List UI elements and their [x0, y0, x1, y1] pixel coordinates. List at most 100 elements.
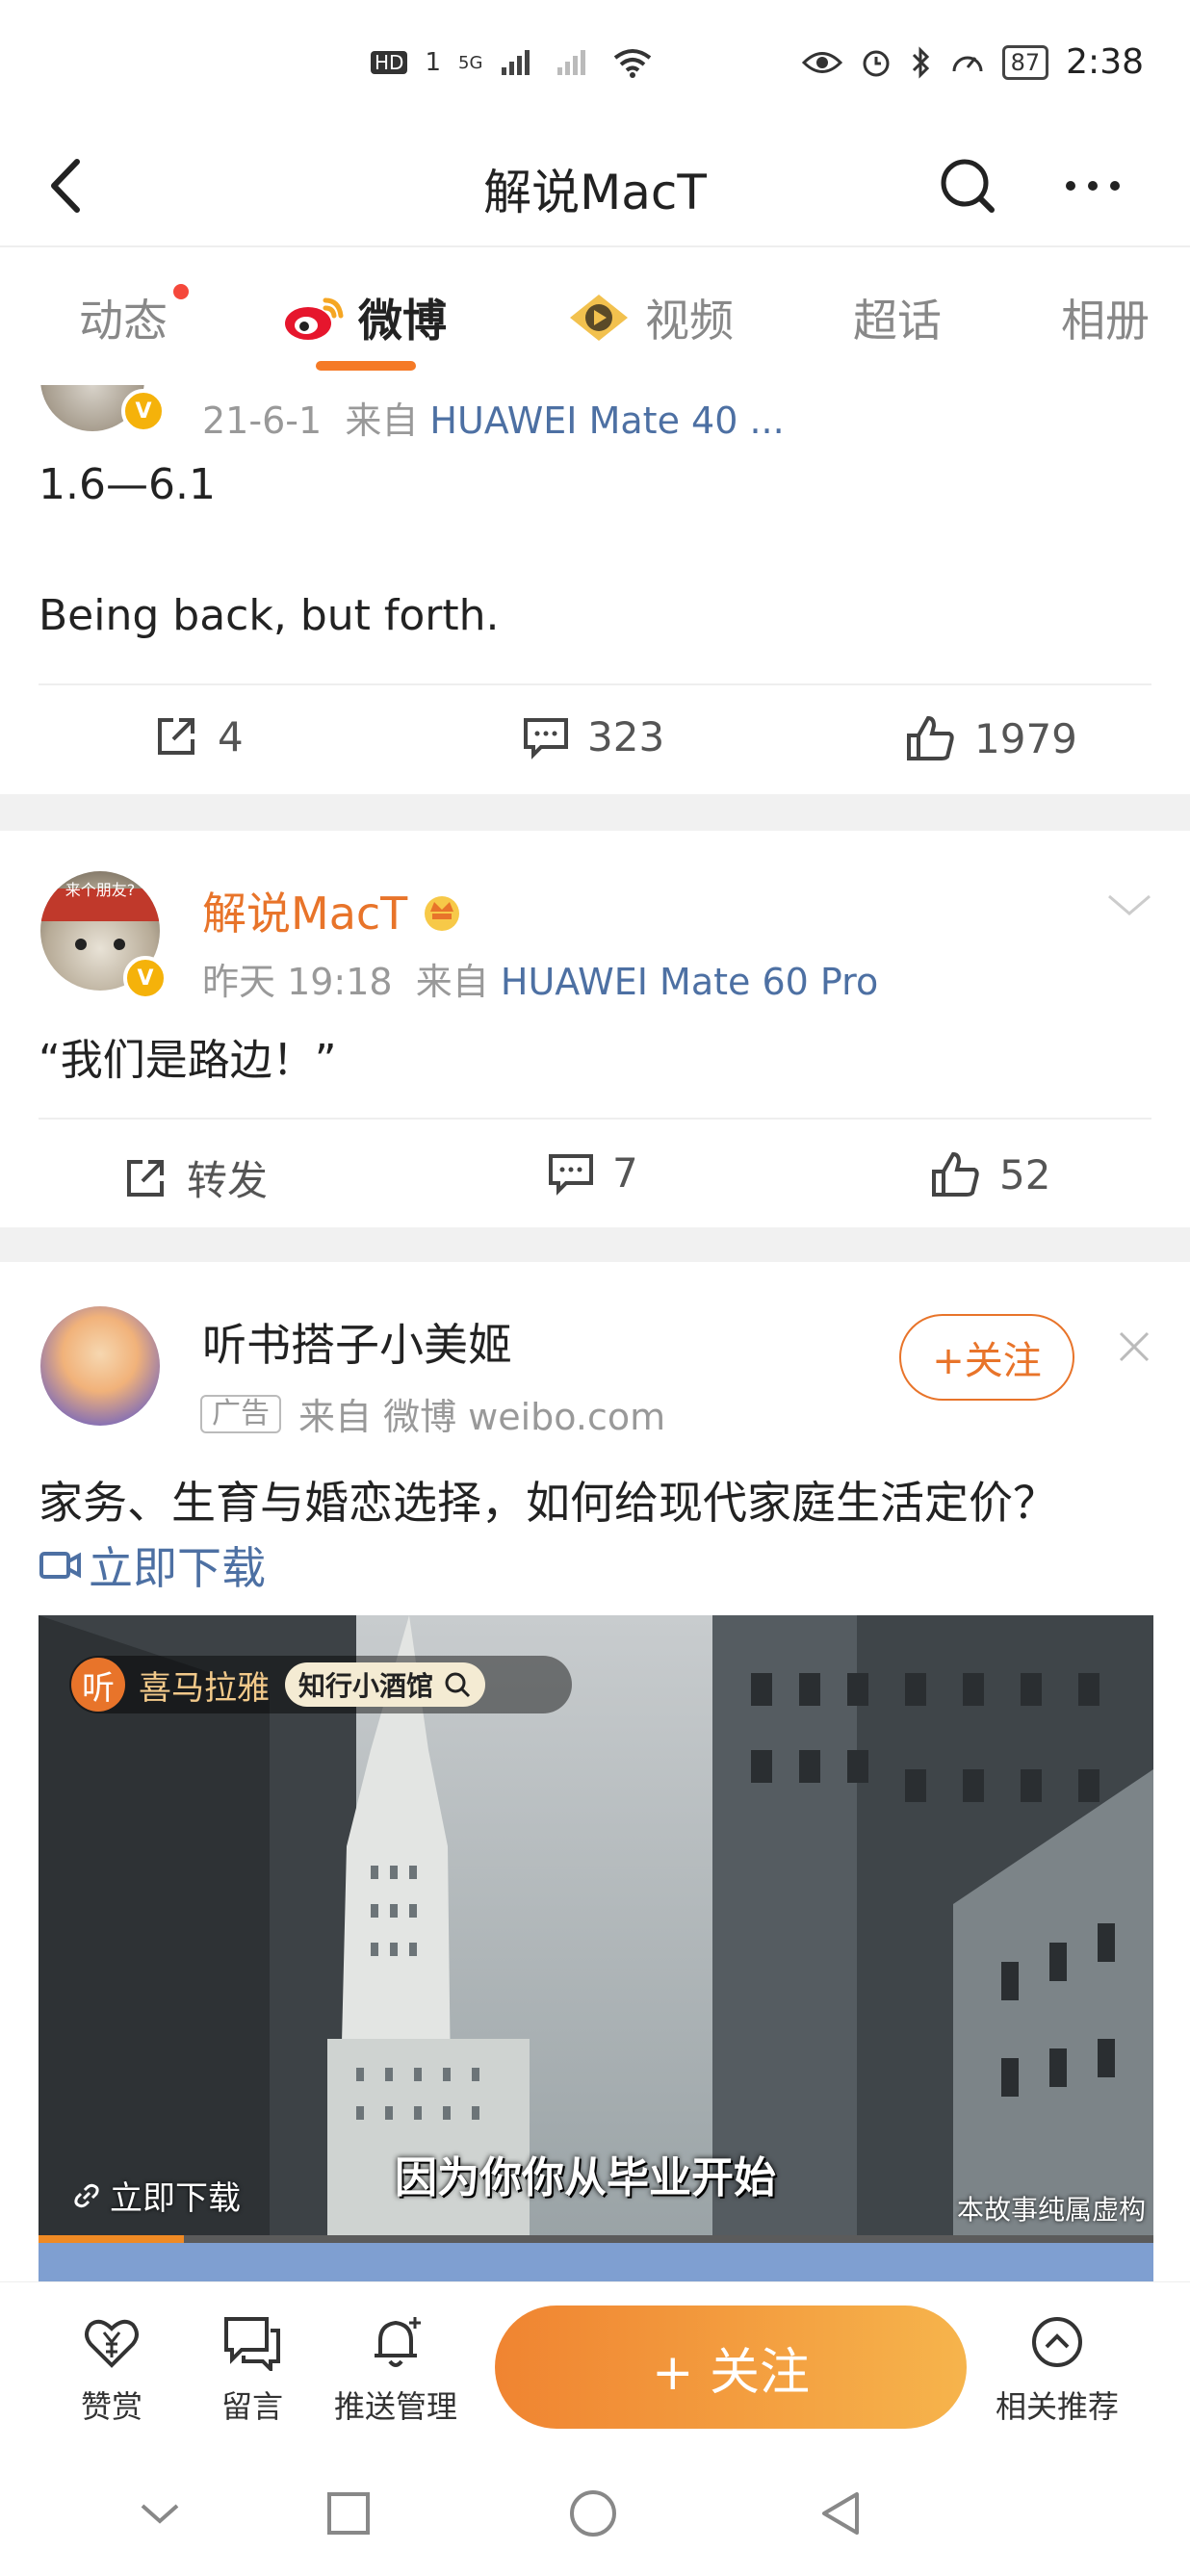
clock: 2:38 [1066, 42, 1144, 82]
video-disclaimer: 本故事纯属虚构 [956, 2194, 1146, 2226]
notification-dot [173, 284, 189, 299]
post-card[interactable]: V 21-6-1 来自 HUAWEI Mate 40 ... 1.6—6.1 B… [0, 385, 1190, 794]
divider [39, 683, 1151, 685]
close-icon [1119, 1331, 1150, 1362]
more-button[interactable] [1049, 142, 1136, 229]
reward-button[interactable]: 赞赏 [44, 2311, 179, 2427]
post-text-line: Being back, but forth. [39, 591, 500, 640]
message-button[interactable]: 留言 [185, 2311, 320, 2427]
search-icon [445, 1672, 471, 1698]
close-ad-button[interactable] [1117, 1329, 1151, 1368]
bell-icon [375, 2317, 421, 2367]
video-bottom-strip [39, 2243, 1153, 2281]
nav-back-button[interactable] [815, 2486, 868, 2544]
wifi-icon [614, 49, 652, 78]
status-bar: HD 1 5G 87 2:38 [0, 0, 1190, 125]
video-progress-fill [39, 2235, 184, 2243]
tab-label: 视频 [645, 294, 734, 347]
status-right: 87 2:38 [801, 42, 1144, 82]
more-icon [1066, 181, 1120, 191]
advertiser-name[interactable]: 听书搭子小美姬 [202, 1310, 512, 1374]
tab-label: 相册 [1061, 294, 1150, 347]
post-meta: 昨天 19:18 来自 HUAWEI Mate 60 Pro [202, 961, 879, 1003]
active-tab-indicator [316, 361, 416, 371]
tab-label: 动态 [79, 294, 168, 347]
post-meta: 21-6-1 来自 HUAWEI Mate 40 ... [202, 399, 785, 442]
nav-recents-button[interactable] [322, 2486, 375, 2544]
tab-album[interactable]: 相册 [1061, 247, 1150, 387]
comment-button[interactable]: 7 [547, 1148, 638, 1197]
bluetooth-icon [912, 45, 929, 79]
title-bar: 解说MacT [0, 125, 1190, 245]
link-icon [74, 2183, 99, 2207]
circle-icon [570, 2490, 616, 2537]
crown-badge-icon [425, 896, 460, 931]
video-search-pill: 知行小酒馆 [285, 1662, 486, 1707]
repost-icon [127, 1159, 164, 1197]
comment-icon [524, 718, 568, 760]
chevron-down-icon [1108, 894, 1151, 915]
like-button[interactable]: 52 [930, 1148, 1050, 1200]
weibo-logo-icon [285, 297, 344, 340]
speed-icon [952, 56, 983, 71]
video-link-icon [39, 1552, 81, 1579]
divider [39, 1118, 1151, 1120]
avatar[interactable] [40, 1306, 160, 1426]
post-text-line: 1.6—6.1 [39, 460, 216, 509]
ad-text: 家务、生育与婚恋选择，如何给现代家庭生活定价？ [39, 1477, 1057, 1529]
ad-meta: 广告 来自 微博 weibo.com [200, 1387, 665, 1440]
message-icon [224, 2317, 280, 2371]
triangle-back-icon [822, 2492, 859, 2535]
search-button[interactable] [924, 142, 1011, 229]
post-menu-button[interactable] [1105, 890, 1153, 923]
card-separator [0, 1227, 1190, 1262]
repost-button[interactable]: 转发 [121, 1148, 268, 1207]
video-progress-bar[interactable] [39, 2235, 1153, 2243]
signal-2-icon [557, 50, 586, 75]
video-download-button[interactable]: 立即下载 [71, 2172, 241, 2219]
card-separator [0, 794, 1190, 831]
sim-indicator: 1 [425, 48, 441, 77]
like-button[interactable]: 1979 [905, 712, 1077, 764]
network-type: 5G [458, 52, 483, 73]
nav-home-button[interactable] [566, 2486, 620, 2544]
brand-logo: 听 [71, 1658, 125, 1712]
repost-icon [158, 718, 194, 755]
signal-icon [502, 50, 530, 75]
tab-video[interactable]: 视频 [564, 247, 734, 387]
username-link[interactable]: 解说MacT [202, 879, 465, 942]
comment-button[interactable]: 323 [522, 712, 664, 760]
bottom-action-bar: 赞赏 留言 推送管理 + 关注 相关推荐 [0, 2281, 1190, 2460]
ad-video[interactable]: 听 喜马拉雅 知行小酒馆 因为你你从毕业开始 立即下载 本故事纯属虚构 [39, 1615, 1153, 2239]
chevron-down-icon [141, 2504, 179, 2524]
eye-icon [801, 51, 842, 73]
follow-main-button[interactable]: + 关注 [495, 2306, 967, 2429]
tab-label: 微博 [358, 294, 447, 347]
follow-button[interactable]: +关注 [899, 1314, 1074, 1401]
battery-indicator: 87 [1001, 44, 1049, 80]
status-left: HD 1 5G [371, 46, 654, 79]
tab-label: 超话 [853, 294, 942, 347]
video-icon [570, 294, 628, 341]
verified-badge: V [121, 389, 166, 433]
repost-button[interactable]: 4 [152, 712, 244, 760]
profile-tabs: 动态 微博 视频 超话 相册 [0, 245, 1190, 389]
thumbs-up-icon [907, 715, 954, 760]
system-nav-bar [0, 2460, 1190, 2576]
verified-badge: V [123, 956, 168, 1000]
brand-overlay: 听 喜马拉雅 知行小酒馆 [69, 1656, 572, 1713]
thumbs-up-icon [932, 1151, 979, 1197]
alarm-icon [863, 50, 890, 76]
push-settings-button[interactable]: 推送管理 [328, 2311, 463, 2427]
download-link[interactable]: 立即下载 [39, 1533, 266, 1597]
nav-collapse-button[interactable] [133, 2486, 187, 2544]
post-text: “我们是路边！” [39, 1036, 337, 1085]
ad-tag: 广告 [200, 1394, 281, 1433]
tab-dynamics[interactable]: 动态 [79, 247, 168, 387]
recommend-icon [1032, 2317, 1082, 2367]
tab-super-topic[interactable]: 超话 [853, 247, 942, 387]
post-card[interactable]: 来个朋友? V 解说MacT 昨天 19:18 来自 HUAWEI Mate 6… [0, 831, 1190, 1227]
video-caption: 因为你你从毕业开始 [395, 2153, 776, 2202]
hd-indicator: HD [371, 51, 408, 74]
related-recommend-button[interactable]: 相关推荐 [990, 2311, 1125, 2427]
